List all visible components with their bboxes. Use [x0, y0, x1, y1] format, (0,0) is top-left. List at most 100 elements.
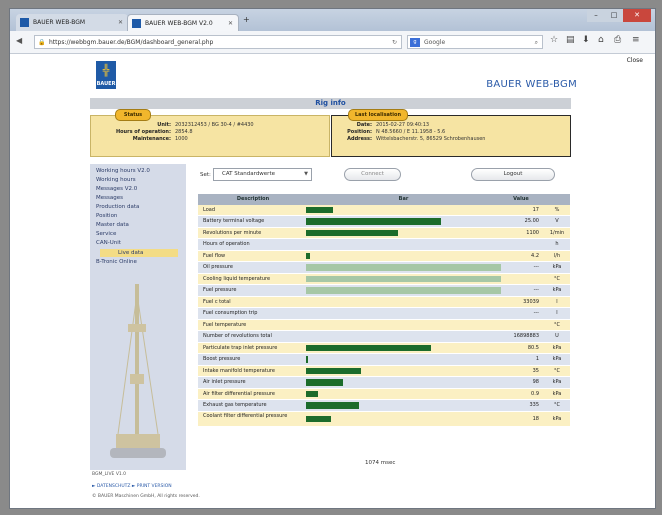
sidebar: Working hours V2.0 Working hours Message… — [90, 164, 186, 470]
sidebar-item-messages[interactable]: Messages — [96, 195, 123, 201]
chevron-down-icon: ▼ — [304, 171, 308, 177]
window-close-icon[interactable]: ✕ — [623, 9, 651, 22]
row-description: Fuel flow — [203, 252, 226, 259]
row-unit: kPa — [552, 379, 562, 385]
row-value: 17 — [532, 206, 539, 213]
new-tab-icon[interactable]: + — [243, 15, 250, 24]
set-select[interactable]: CAT Standardwerte ▼ — [213, 168, 312, 181]
table-row: Fuel consumption trip --- l — [198, 308, 570, 320]
maximize-icon[interactable]: □ — [605, 9, 623, 22]
live-data-table: Description Bar Value Load 17% Battery ter… — [198, 194, 570, 427]
back-icon[interactable]: ◀ — [16, 36, 22, 45]
row-bar-cell — [304, 251, 503, 262]
row-bar-cell — [304, 389, 503, 400]
unit-value: 2032312453 / BG 30-4 / #4430 — [175, 122, 254, 128]
close-tab-icon[interactable]: ✕ — [228, 15, 233, 31]
page-content: Close ╬ BAUER BAUER WEB-BGM Rig info Sta… — [10, 54, 655, 508]
row-value: --- — [533, 264, 539, 270]
star-icon[interactable]: ☆ — [550, 35, 558, 45]
google-icon: g — [410, 38, 420, 47]
status-panel: Status Unit: 2032312453 / BG 30-4 / #443… — [90, 109, 330, 157]
close-tab-icon[interactable]: ✕ — [118, 14, 123, 31]
sidebar-item-messages-v2[interactable]: Messages V2.0 — [96, 186, 137, 192]
sidebar-item-position[interactable]: Position — [96, 213, 117, 219]
table-row: Revolutions per minute 1100 1/min — [198, 227, 570, 239]
row-description: Cooling liquid temperature — [203, 275, 271, 282]
last-location-panel: Last localisation Date: 2015-02-27 09:40… — [331, 109, 571, 157]
header-description: Description — [236, 196, 270, 202]
footer-links[interactable]: ► DATENSCHUTZ ► PRINT VERSION — [92, 484, 172, 489]
row-description: Boost pressure — [203, 356, 241, 362]
sidebar-item-working-hours[interactable]: Working hours — [96, 177, 136, 183]
header-value: Value — [513, 196, 529, 202]
home-icon[interactable]: ⌂ — [598, 35, 604, 45]
menu-icon[interactable]: ≡ — [632, 35, 640, 45]
table-row: Air filter differential pressure 0.9 kPa — [198, 388, 570, 400]
sidebar-item-master-data[interactable]: Master data — [96, 222, 129, 228]
table-row: Fuel flow 4.2 l/h — [198, 250, 570, 262]
level-bar — [306, 344, 431, 351]
address-label: Address: — [347, 136, 372, 142]
row-unit: kPa — [552, 356, 562, 362]
row-unit: °C — [554, 275, 560, 282]
row-value: 0.9 — [531, 390, 539, 397]
sidebar-item-b-tronic-online[interactable]: B-Tronic Online — [96, 259, 137, 265]
sidebar-item-live-data[interactable]: Live data — [100, 249, 178, 257]
row-bar-cell — [304, 377, 503, 388]
row-value: --- — [533, 287, 539, 293]
maintenance-label: Maintenance: — [132, 136, 171, 142]
row-value: 16898883 — [513, 333, 539, 339]
row-bar-cell — [304, 412, 503, 426]
sidebar-item-can-unit[interactable]: CAN-Unit — [96, 240, 121, 246]
row-description: Fuel pressure — [203, 287, 237, 293]
row-description: Revolutions per minute — [203, 229, 262, 236]
table-row: Fuel pressure --- kPa — [198, 285, 570, 297]
row-unit: °C — [554, 367, 560, 374]
sidebar-item-service[interactable]: Service — [96, 231, 116, 237]
last-location-badge: Last localisation — [348, 109, 408, 121]
date-label: Date: — [356, 122, 372, 128]
close-link[interactable]: Close — [627, 57, 643, 64]
address-value: Wittelsbacherstr. 5, 86529 Schrobenhause… — [376, 136, 486, 142]
status-badge: Status — [115, 109, 151, 121]
level-bar — [306, 218, 441, 225]
row-bar-cell — [304, 274, 503, 285]
browser-tab-1[interactable]: BAUER WEB-BGM ✕ — [16, 14, 128, 31]
address-bar[interactable]: 🔒 https://webbgm.bauer.de/BGM/dashboard_… — [34, 35, 402, 49]
table-row: Battery terminal voltage 25.00 V — [198, 216, 570, 228]
row-value: 35 — [532, 367, 539, 374]
row-unit: l — [556, 298, 558, 305]
level-bar — [306, 379, 343, 386]
row-description: Fuel consumption trip — [203, 310, 258, 316]
print-icon[interactable]: ⎙ — [614, 35, 621, 45]
row-value: 33039 — [523, 298, 539, 305]
row-description: Particulate trap inlet pressure — [203, 344, 278, 351]
connect-button[interactable]: Connect — [344, 168, 401, 181]
row-value: 98 — [532, 379, 539, 385]
tab-strip: BAUER WEB-BGM ✕ BAUER WEB-BGM V2.0 ✕ + –… — [10, 9, 655, 31]
row-unit: V — [555, 218, 559, 224]
search-box[interactable]: g Google ⌕ — [407, 35, 543, 49]
row-value: 1100 — [526, 229, 539, 236]
minimize-icon[interactable]: – — [587, 9, 605, 22]
refresh-icon[interactable]: ↻ — [392, 36, 397, 50]
row-bar-cell — [304, 343, 503, 354]
table-row: Coolant filter differential pressure 18 kP… — [198, 411, 570, 427]
sidebar-item-working-hours-v2[interactable]: Working hours V2.0 — [96, 168, 150, 174]
logout-button[interactable]: Logout — [471, 168, 555, 181]
row-description: Hours of operation — [203, 241, 250, 247]
reading-list-icon[interactable]: ▤ — [566, 35, 575, 45]
download-icon[interactable]: ⬇ — [582, 35, 590, 45]
browser-tab-2[interactable]: BAUER WEB-BGM V2.0 ✕ — [127, 14, 239, 31]
row-bar-cell — [304, 308, 503, 319]
row-value: 1 — [535, 356, 539, 362]
row-unit: U — [555, 333, 559, 339]
row-description: Load — [203, 206, 215, 213]
row-bar-cell — [304, 228, 503, 239]
sidebar-item-production-data[interactable]: Production data — [96, 204, 139, 210]
row-bar-cell — [304, 262, 503, 273]
magnifier-icon[interactable]: ⌕ — [535, 36, 538, 50]
row-unit: °C — [554, 321, 560, 328]
row-unit: l — [556, 310, 558, 316]
row-unit: h — [555, 241, 559, 247]
